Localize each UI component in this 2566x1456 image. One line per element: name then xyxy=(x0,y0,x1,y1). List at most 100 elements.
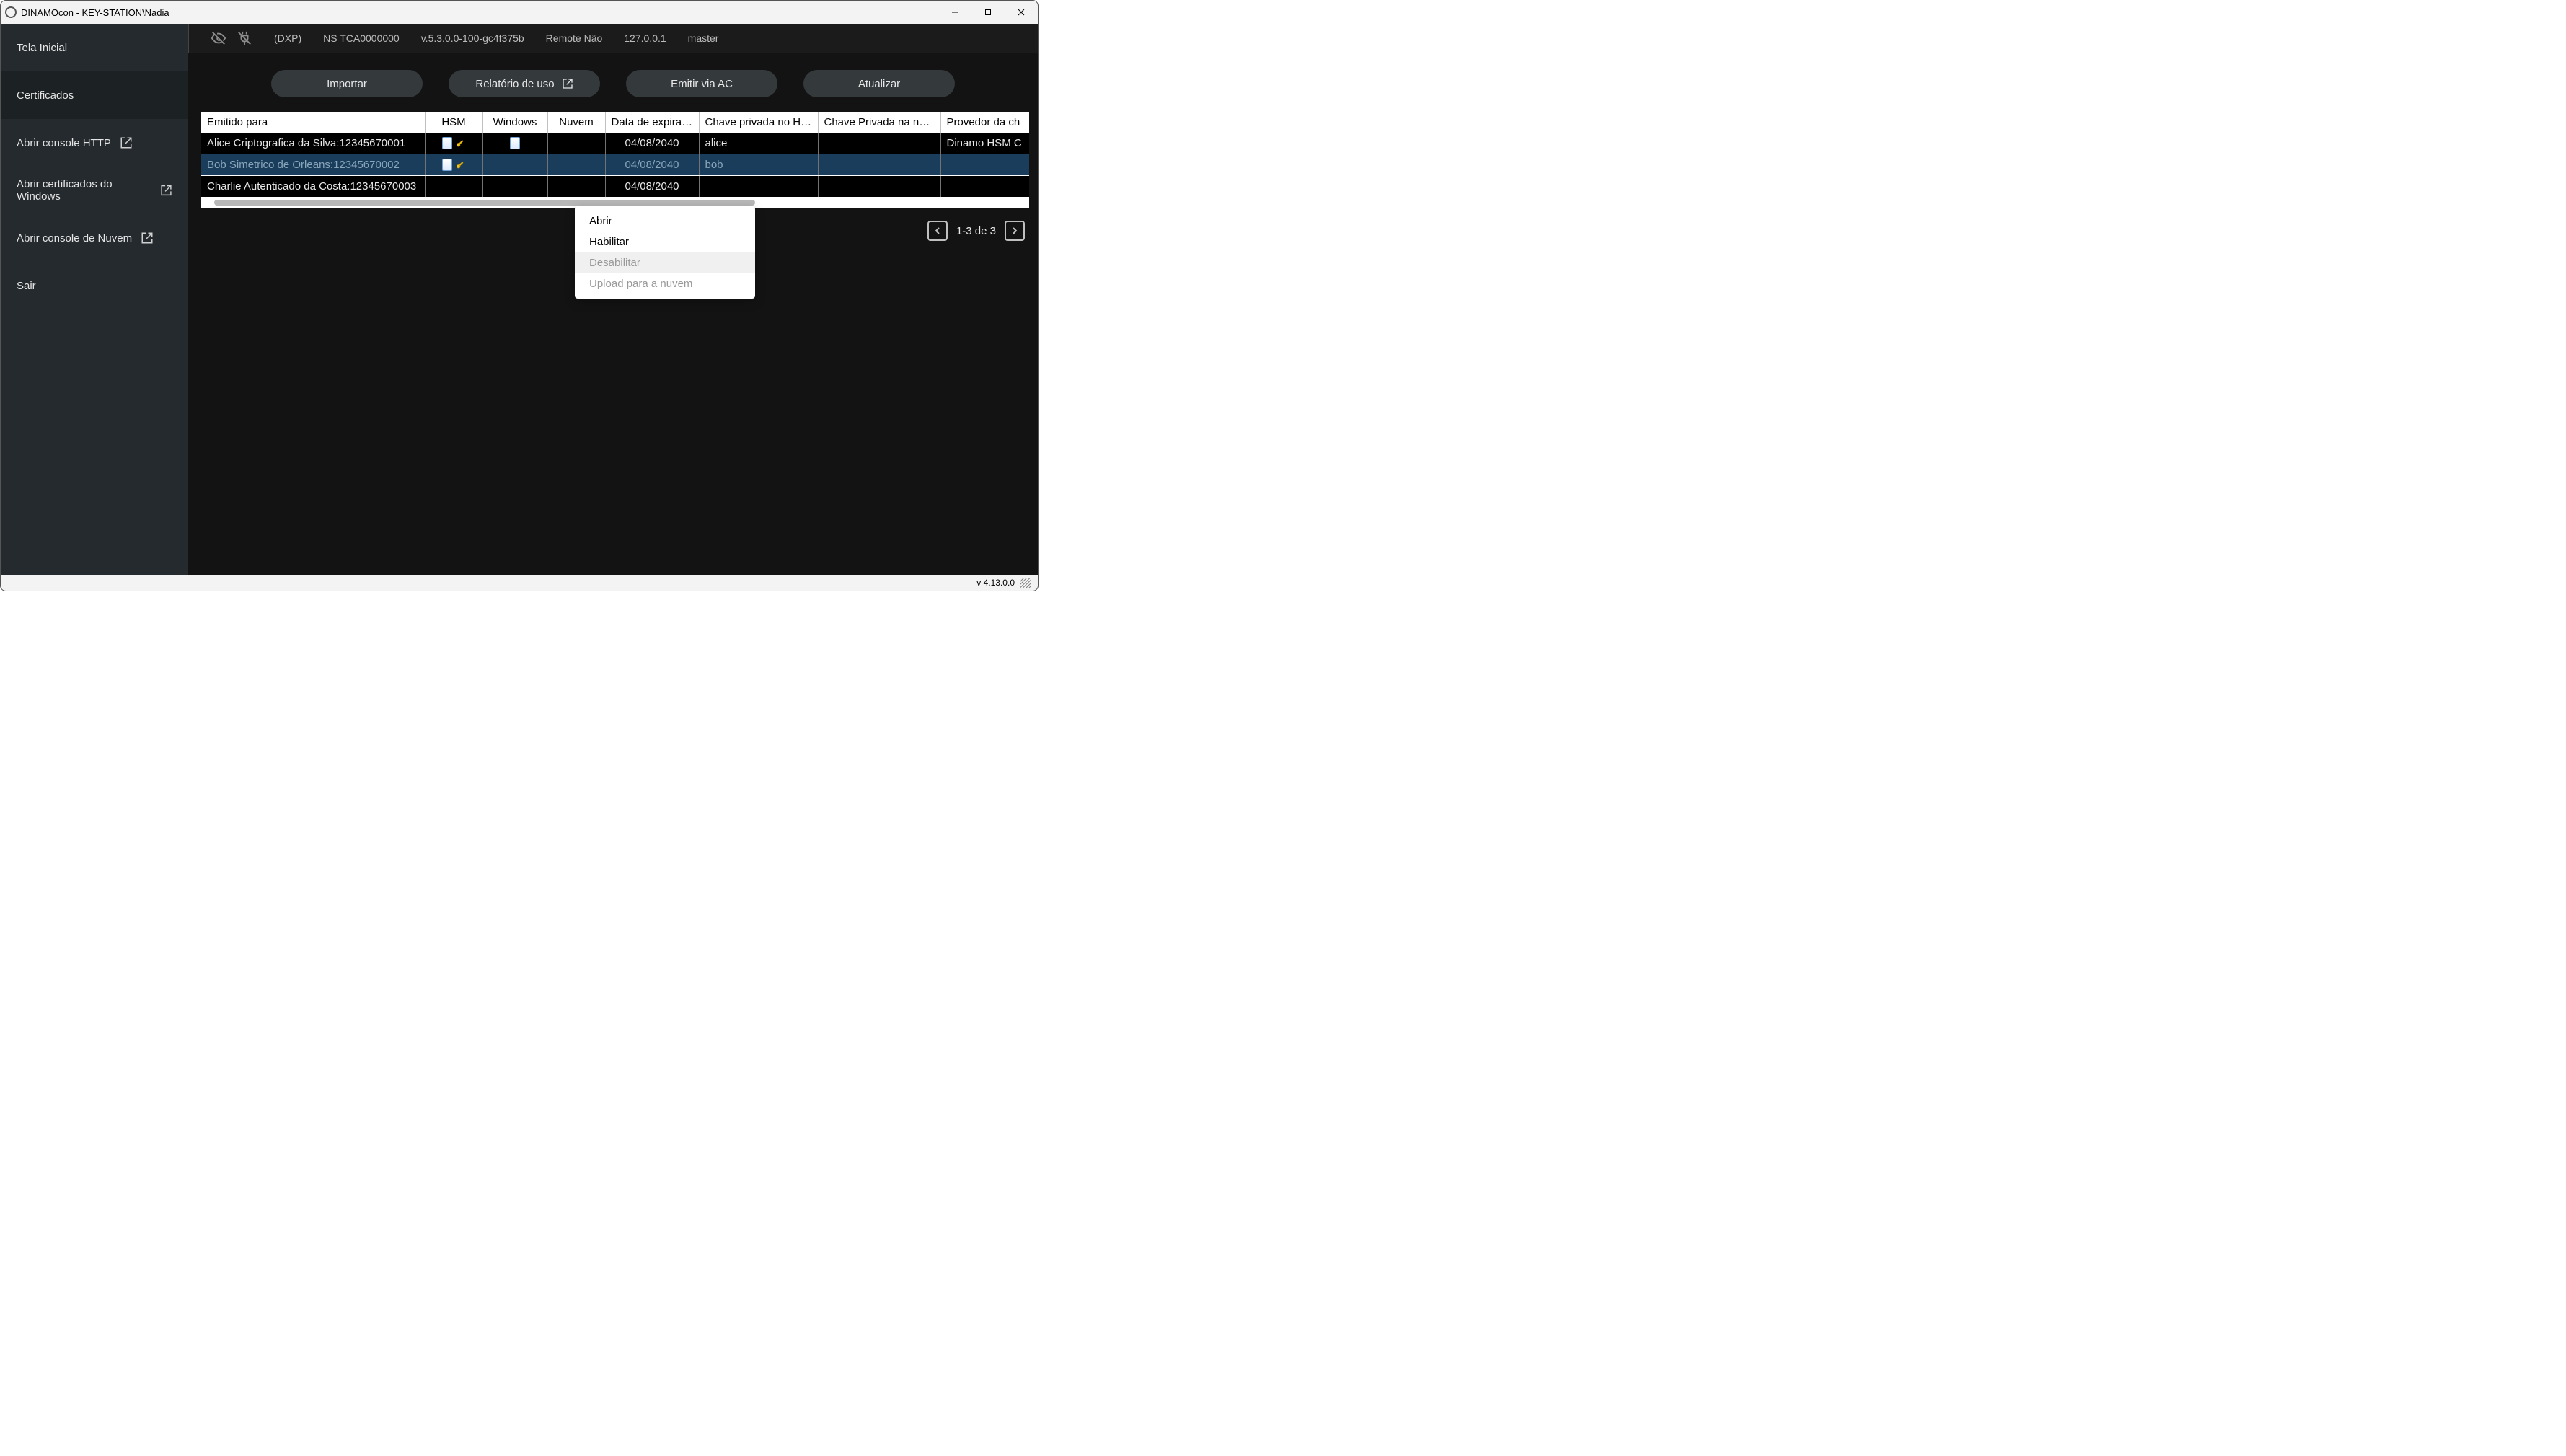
col-cloud-priv[interactable]: Chave Privada na nuv... xyxy=(818,112,940,133)
external-link-icon xyxy=(160,184,172,197)
cell-provider xyxy=(940,176,1029,198)
refresh-button[interactable]: Atualizar xyxy=(803,70,955,97)
cell-expires: 04/08/2040 xyxy=(605,176,699,198)
sidebar-item-label: Tela Inicial xyxy=(17,42,67,54)
table-row[interactable]: Alice Criptografica da Silva:12345670001… xyxy=(201,133,1029,154)
cell-cloud xyxy=(547,176,605,198)
context-menu-item[interactable]: Abrir xyxy=(575,211,755,231)
app-body: Tela Inicial Certificados Abrir console … xyxy=(1,24,1038,575)
close-button[interactable] xyxy=(1005,1,1038,24)
sidebar-item-windows-certs[interactable]: Abrir certificados do Windows xyxy=(1,167,188,214)
context-menu-item[interactable]: Habilitar xyxy=(575,231,755,252)
col-issued-to[interactable]: Emitido para xyxy=(201,112,425,133)
cell-hsm-priv: alice xyxy=(699,133,818,154)
context-menu[interactable]: AbrirHabilitarDesabilitarUpload para a n… xyxy=(575,206,755,299)
chevron-right-icon xyxy=(1011,227,1018,234)
certificates-table-wrap: Emitido para HSM Windows Nuvem Data de e… xyxy=(201,112,1029,198)
status-user: master xyxy=(688,32,719,44)
scrollbar-thumb[interactable] xyxy=(214,200,755,206)
key-icon xyxy=(455,160,465,170)
sidebar: Tela Inicial Certificados Abrir console … xyxy=(1,24,188,575)
minimize-button[interactable] xyxy=(938,1,971,24)
sidebar-item-label: Abrir console de Nuvem xyxy=(17,232,132,244)
cell-cloud-priv xyxy=(818,133,940,154)
certificate-icon xyxy=(442,137,452,149)
status-topbar: (DXP) NS TCA0000000 v.5.3.0.0-100-gc4f37… xyxy=(188,24,1038,53)
sidebar-item-label: Abrir certificados do Windows xyxy=(17,178,151,203)
app-window: DINAMOcon - KEY-STATION\Nadia Tela Inici… xyxy=(0,0,1039,591)
window-title: DINAMOcon - KEY-STATION\Nadia xyxy=(21,7,169,18)
import-button[interactable]: Importar xyxy=(271,70,423,97)
cell-cloud xyxy=(547,133,605,154)
status-serial: NS TCA0000000 xyxy=(323,32,400,44)
cell-windows xyxy=(482,154,547,176)
status-ip: 127.0.0.1 xyxy=(624,32,666,44)
app-version-label: v 4.13.0.0 xyxy=(976,578,1015,588)
cell-hsm xyxy=(425,133,482,154)
cell-cloud-priv xyxy=(818,154,940,176)
external-link-icon xyxy=(141,231,154,244)
sidebar-item-certificates[interactable]: Certificados xyxy=(1,71,188,119)
cell-expires: 04/08/2040 xyxy=(605,154,699,176)
cell-windows xyxy=(482,133,547,154)
certificate-icon xyxy=(442,159,452,171)
sidebar-item-http-console[interactable]: Abrir console HTTP xyxy=(1,119,188,167)
cell-cloud xyxy=(547,154,605,176)
certificates-table[interactable]: Emitido para HSM Windows Nuvem Data de e… xyxy=(201,112,1029,198)
issue-via-ca-button[interactable]: Emitir via AC xyxy=(626,70,777,97)
sidebar-item-label: Sair xyxy=(17,280,36,292)
context-menu-item: Desabilitar xyxy=(575,252,755,273)
sidebar-item-exit[interactable]: Sair xyxy=(1,262,188,309)
chevron-left-icon xyxy=(934,227,941,234)
sidebar-item-cloud-console[interactable]: Abrir console de Nuvem xyxy=(1,214,188,262)
table-row[interactable]: Charlie Autenticado da Costa:12345670003… xyxy=(201,176,1029,198)
button-label: Atualizar xyxy=(858,78,900,90)
cell-expires: 04/08/2040 xyxy=(605,133,699,154)
cell-issued-to: Charlie Autenticado da Costa:12345670003 xyxy=(201,176,425,198)
certificate-icon xyxy=(510,137,520,149)
status-version: v.5.3.0.0-100-gc4f375b xyxy=(421,32,524,44)
plug-off-icon xyxy=(237,30,252,46)
cell-issued-to: Alice Criptografica da Silva:12345670001 xyxy=(201,133,425,154)
statusbar: v 4.13.0.0 xyxy=(1,575,1038,591)
col-windows[interactable]: Windows xyxy=(482,112,547,133)
action-row: Importar Relatório de uso Emitir via AC … xyxy=(188,53,1038,112)
app-icon xyxy=(5,6,17,18)
cell-hsm-priv: bob xyxy=(699,154,818,176)
cell-issued-to: Bob Simetrico de Orleans:12345670002 xyxy=(201,154,425,176)
col-provider[interactable]: Provedor da ch xyxy=(940,112,1029,133)
page-next-button[interactable] xyxy=(1005,221,1025,241)
pagination-label: 1-3 de 3 xyxy=(956,225,996,237)
sidebar-item-label: Abrir console HTTP xyxy=(17,137,111,149)
page-prev-button[interactable] xyxy=(927,221,948,241)
usage-report-button[interactable]: Relatório de uso xyxy=(449,70,600,97)
cell-provider xyxy=(940,154,1029,176)
main-panel: (DXP) NS TCA0000000 v.5.3.0.0-100-gc4f37… xyxy=(188,24,1038,575)
button-label: Relatório de uso xyxy=(475,78,554,90)
cell-cloud-priv xyxy=(818,176,940,198)
cell-hsm xyxy=(425,176,482,198)
status-mode: (DXP) xyxy=(274,32,301,44)
maximize-button[interactable] xyxy=(971,1,1005,24)
cell-hsm xyxy=(425,154,482,176)
table-header-row: Emitido para HSM Windows Nuvem Data de e… xyxy=(201,112,1029,133)
sidebar-item-home[interactable]: Tela Inicial xyxy=(1,24,188,71)
button-label: Importar xyxy=(327,78,367,90)
cell-windows xyxy=(482,176,547,198)
resize-grip[interactable] xyxy=(1020,578,1031,588)
visibility-off-icon xyxy=(211,30,226,46)
titlebar[interactable]: DINAMOcon - KEY-STATION\Nadia xyxy=(1,1,1038,24)
col-hsm[interactable]: HSM xyxy=(425,112,482,133)
button-label: Emitir via AC xyxy=(671,78,733,90)
external-link-icon xyxy=(120,136,133,149)
context-menu-item: Upload para a nuvem xyxy=(575,273,755,294)
cell-hsm-priv xyxy=(699,176,818,198)
col-hsm-priv[interactable]: Chave privada no HSM xyxy=(699,112,818,133)
col-cloud[interactable]: Nuvem xyxy=(547,112,605,133)
key-icon xyxy=(455,138,465,149)
sidebar-item-label: Certificados xyxy=(17,89,74,102)
cell-provider: Dinamo HSM C xyxy=(940,133,1029,154)
table-row[interactable]: Bob Simetrico de Orleans:12345670002 04/0… xyxy=(201,154,1029,176)
status-remote: Remote Não xyxy=(546,32,603,44)
col-expires[interactable]: Data de expiração xyxy=(605,112,699,133)
